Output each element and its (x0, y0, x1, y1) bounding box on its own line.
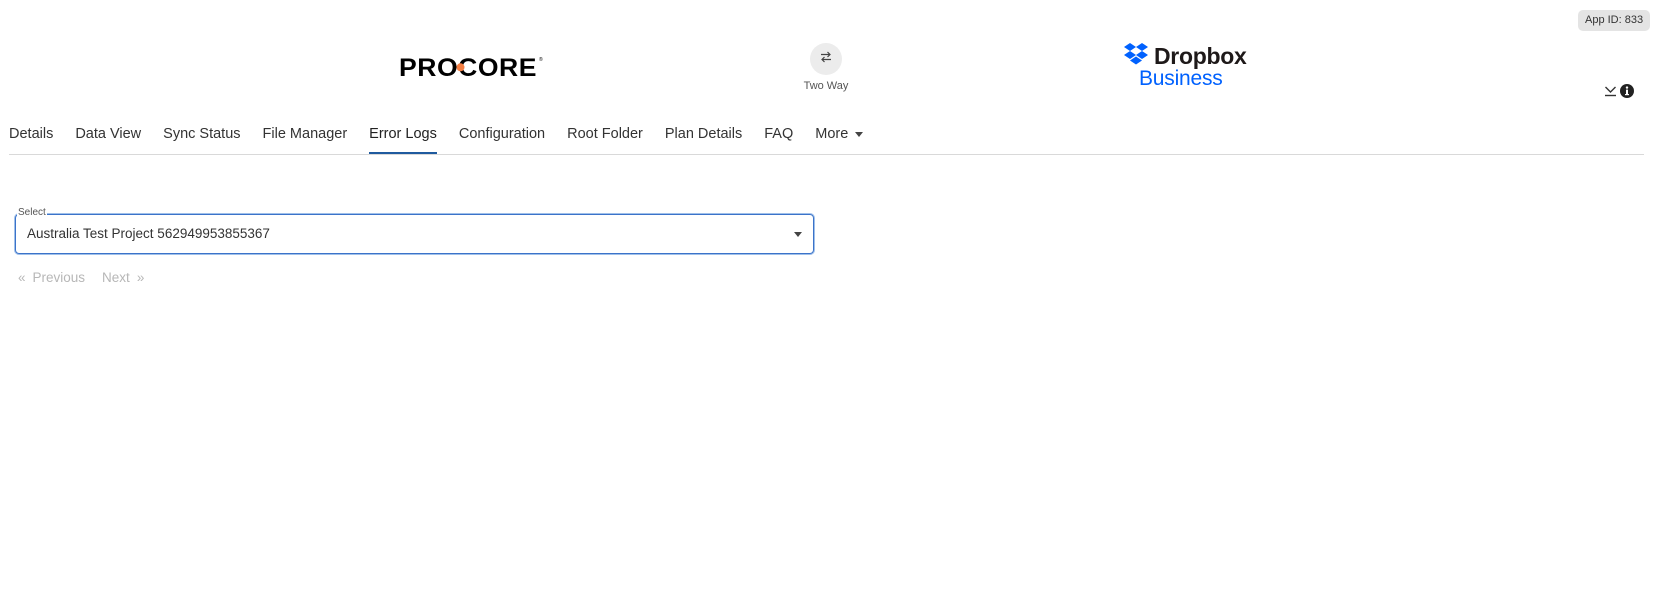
previous-label: Previous (32, 270, 86, 285)
tab-configuration[interactable]: Configuration (459, 119, 545, 153)
tab-more[interactable]: More (815, 119, 864, 153)
next-page-link[interactable]: Next » (102, 270, 144, 285)
project-select-value: Australia Test Project 562949953855367 (27, 226, 270, 241)
tab-data-view[interactable]: Data View (75, 119, 141, 153)
chevron-down-line-icon[interactable] (1604, 85, 1617, 97)
swap-arrows-icon (820, 50, 832, 68)
tab-error-logs[interactable]: Error Logs (369, 119, 437, 154)
tab-bar: Details Data View Sync Status File Manag… (9, 119, 1644, 155)
tab-plan-details[interactable]: Plan Details (665, 119, 742, 153)
previous-arrow-icon: « (18, 270, 26, 285)
next-label: Next (102, 270, 130, 285)
tab-more-label: More (815, 126, 849, 142)
app-id-badge: App ID: 833 (1578, 10, 1651, 31)
project-select-label: Select (17, 207, 47, 219)
page: App ID: 833 PROCORE ® Two Way Dropbox Bu… (0, 0, 1669, 603)
caret-down-icon (794, 232, 802, 237)
dropbox-business-logo: Dropbox Business (1123, 42, 1247, 91)
sync-direction-button[interactable] (810, 43, 842, 75)
dropbox-logo-subtext: Business (1139, 67, 1223, 90)
info-circle-icon[interactable] (1620, 84, 1634, 98)
sync-mode: Two Way (786, 43, 866, 92)
next-arrow-icon: » (136, 270, 145, 285)
tab-sync-status[interactable]: Sync Status (163, 119, 240, 153)
procore-logo: PROCORE ® (399, 53, 545, 82)
tab-details[interactable]: Details (9, 119, 53, 153)
svg-text:®: ® (539, 56, 543, 63)
project-select[interactable]: Select Australia Test Project 5629499538… (15, 207, 814, 254)
dropbox-logo-text: Dropbox (1154, 42, 1247, 69)
header-actions (1604, 84, 1634, 98)
caret-down-icon (855, 131, 864, 137)
procore-logo-text: PROCORE (399, 54, 537, 81)
previous-page-link[interactable]: « Previous (18, 270, 85, 285)
tab-file-manager[interactable]: File Manager (263, 119, 348, 153)
pagination: « Previous Next » (18, 270, 144, 285)
tab-faq[interactable]: FAQ (764, 119, 793, 153)
procore-logo-graphic: PROCORE ® (399, 54, 543, 82)
tab-root-folder[interactable]: Root Folder (567, 119, 643, 153)
sync-mode-label: Two Way (803, 80, 849, 92)
